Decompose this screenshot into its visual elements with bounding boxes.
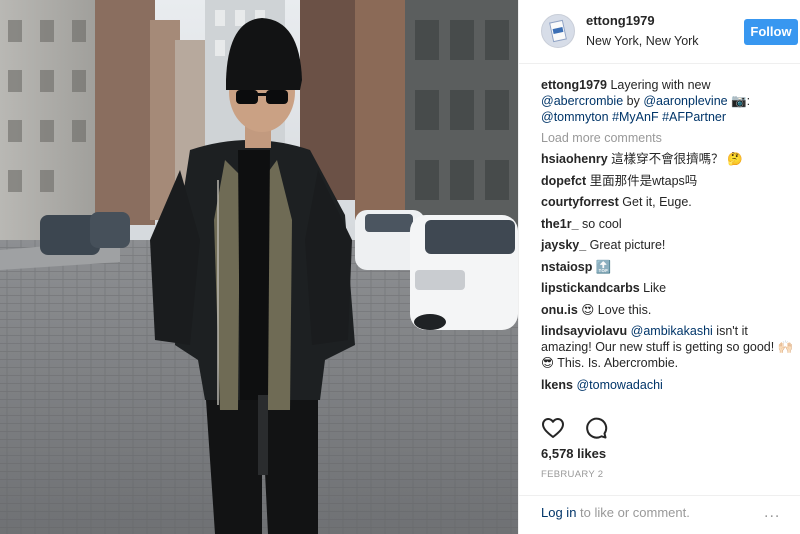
comment-username[interactable]: dopefct <box>541 174 586 188</box>
comment-text: Great picture! <box>589 238 666 252</box>
post-header: ettong1979 New York, New York Follow <box>519 0 800 64</box>
heart-icon[interactable] <box>541 416 568 438</box>
comment-username[interactable]: lindsayviolavu <box>541 324 627 338</box>
comment-username[interactable]: courtyforrest <box>541 195 619 209</box>
login-link[interactable]: Log in <box>541 505 576 520</box>
comment-item: courtyforrest Get it, Euge. <box>541 194 797 210</box>
post-date: FEBRUARY 2 <box>541 469 604 480</box>
post-caption: ettong1979 Layering with new @abercrombi… <box>541 77 797 125</box>
caption-text: Layering with new <box>610 78 711 92</box>
comment-item: dopefct 里面那件是wtaps吗 <box>541 173 797 189</box>
comment-item: jaysky_ Great picture! <box>541 237 797 253</box>
like-count[interactable]: 6,578 likes <box>541 446 606 461</box>
post-actions <box>541 416 608 442</box>
comment-text: 里面那件是wtaps吗 <box>589 173 698 188</box>
login-text: to like or comment. <box>580 505 690 520</box>
comment-item: the1r_ so cool <box>541 216 797 232</box>
caption-mention[interactable]: @tommyton <box>541 110 609 124</box>
instagram-post: ettong1979 New York, New York Follow ett… <box>0 0 800 534</box>
comments-section: ettong1979 Layering with new @abercrombi… <box>541 77 797 398</box>
camera-emoji: 📷: <box>731 94 751 108</box>
comment-username[interactable]: lipstickandcarbs <box>541 281 640 295</box>
street-photo-illustration <box>0 0 518 534</box>
comment-item: lipstickandcarbs Like <box>541 280 797 296</box>
caption-mention[interactable]: @aaronplevine <box>643 94 727 108</box>
comment-username[interactable]: hsiaohenry <box>541 152 608 166</box>
caption-mention[interactable]: @abercrombie <box>541 94 623 108</box>
caption-hashtag[interactable]: #MyAnF <box>612 110 659 124</box>
comment-text: 😍 Love this. <box>581 302 652 317</box>
comment-item: onu.is 😍 Love this. <box>541 302 797 318</box>
comment-text: 🔝 <box>595 259 612 274</box>
comment-username[interactable]: jaysky_ <box>541 238 586 252</box>
comment-item: lindsayviolavu @ambikakashi isn't it ama… <box>541 323 797 371</box>
comment-text: Like <box>643 281 667 295</box>
avatar[interactable] <box>541 14 575 48</box>
comment-mention[interactable]: @tomowadachi <box>576 378 662 392</box>
comment-username[interactable]: nstaiosp <box>541 260 592 274</box>
parked-car <box>410 215 518 330</box>
caption-hashtag[interactable]: #AFPartner <box>662 110 726 124</box>
post-photo[interactable] <box>0 0 518 534</box>
comment-text: so cool <box>582 216 622 231</box>
comment-text: 這樣穿不會很擠嗎？ 🤔 <box>611 152 743 166</box>
follow-button[interactable]: Follow <box>744 19 798 45</box>
comment-username[interactable]: the1r_ <box>541 217 579 231</box>
caption-username[interactable]: ettong1979 <box>541 78 607 92</box>
post-sidebar: ettong1979 New York, New York Follow ett… <box>518 0 800 534</box>
load-more-comments[interactable]: Load more comments <box>541 131 797 145</box>
comment-text: Get it, Euge. <box>622 195 692 209</box>
login-prompt: Log in to like or comment. <box>541 505 690 520</box>
comment-item: lkens @tomowadachi <box>541 377 797 393</box>
caption-text: by <box>626 94 640 108</box>
comment-mention[interactable]: @ambikakashi <box>631 324 713 338</box>
comment-icon[interactable] <box>584 416 608 439</box>
comment-username[interactable]: onu.is <box>541 303 578 317</box>
more-options-icon[interactable]: ... <box>764 504 780 522</box>
post-location[interactable]: New York, New York <box>586 34 699 48</box>
comment-item: nstaiosp 🔝 <box>541 259 797 275</box>
comment-username[interactable]: lkens <box>541 378 573 392</box>
comment-item: hsiaohenry 這樣穿不會很擠嗎？ 🤔 <box>541 151 797 167</box>
header-username[interactable]: ettong1979 <box>586 13 655 28</box>
post-footer: Log in to like or comment. ... <box>519 495 800 534</box>
